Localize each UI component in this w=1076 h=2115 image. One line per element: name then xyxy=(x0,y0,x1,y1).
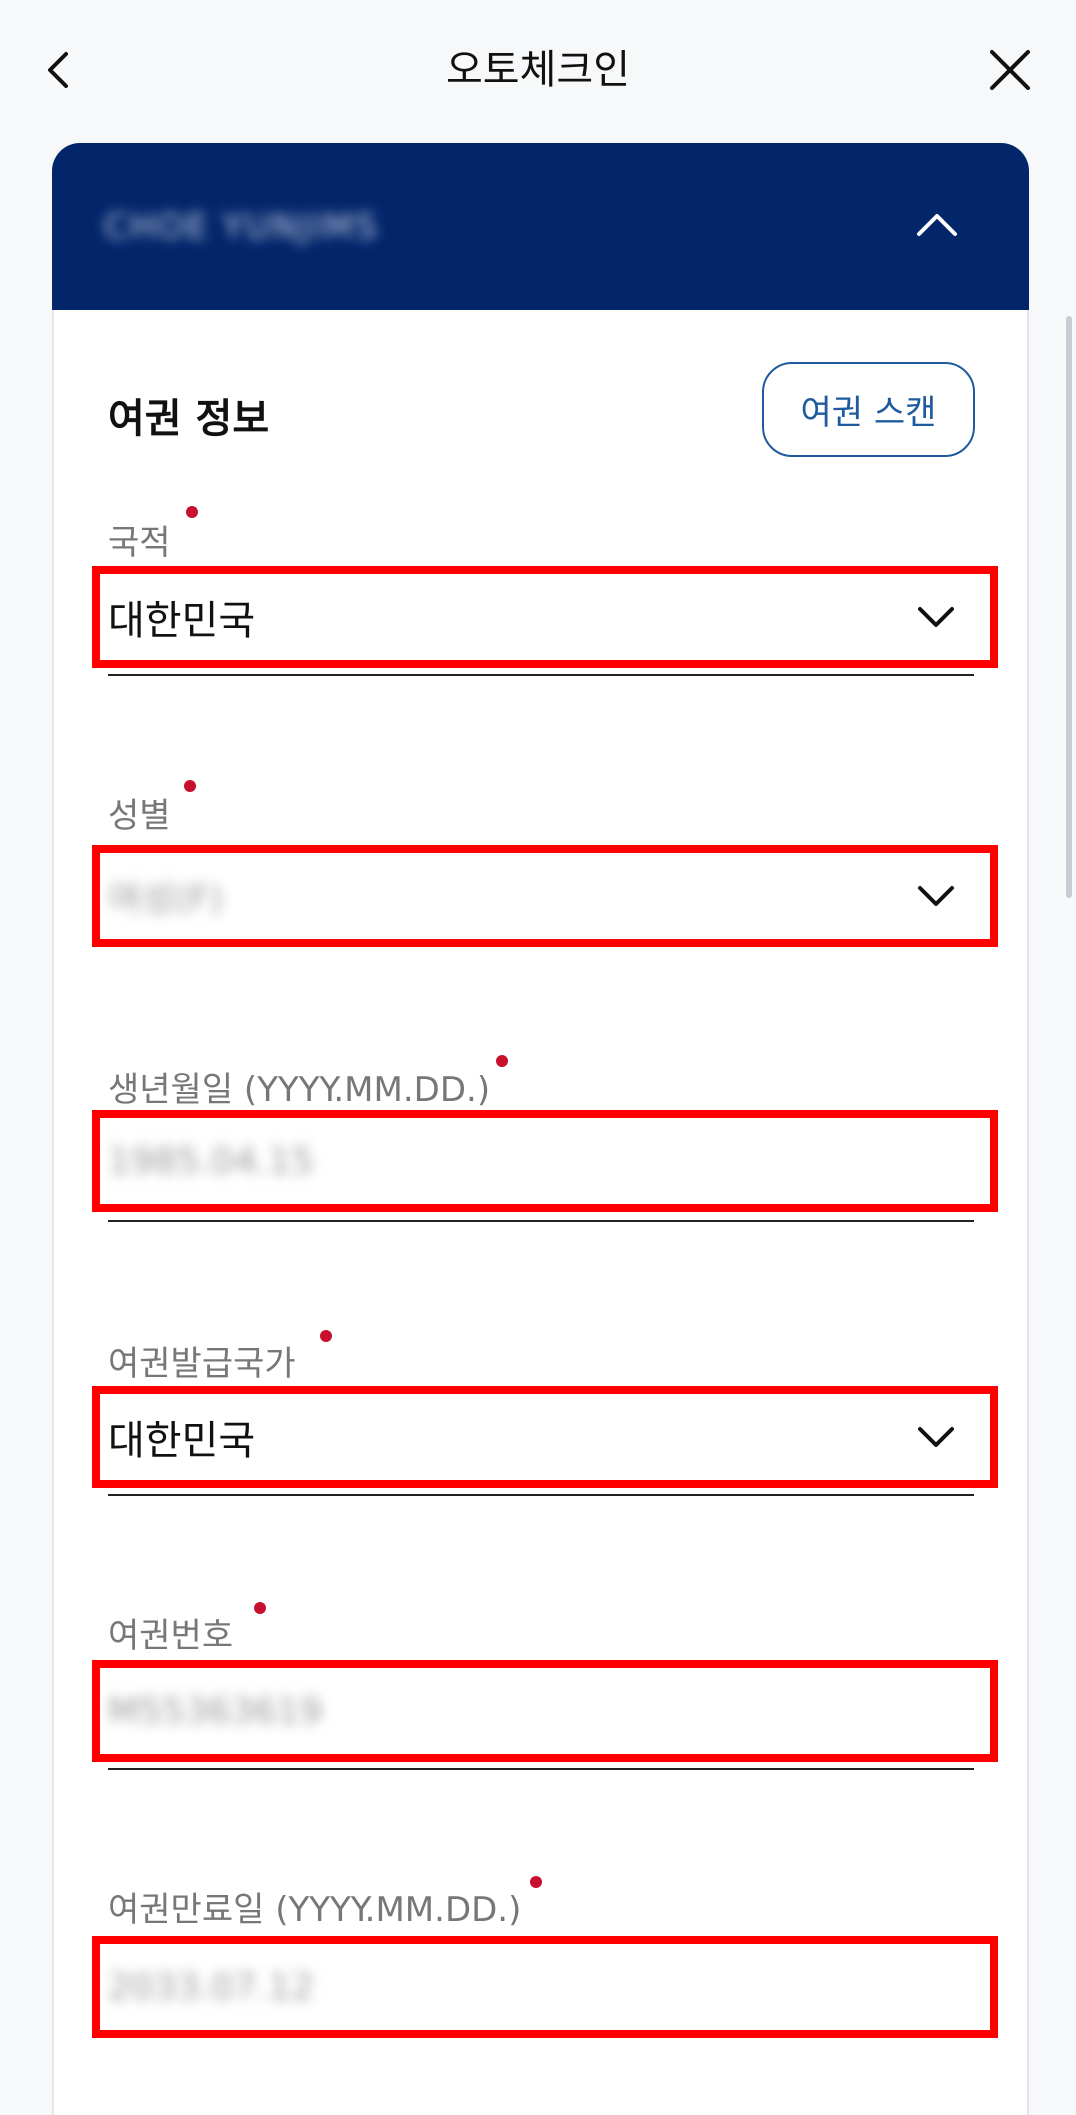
gender-select[interactable]: 여성(F) xyxy=(92,845,998,947)
passport-number-label: 여권번호 xyxy=(108,1616,234,1656)
collapse-button[interactable] xyxy=(907,195,967,255)
page-title: 오토체크인 xyxy=(446,47,630,93)
passport-number-input[interactable]: M55363619 xyxy=(92,1660,998,1762)
nationality-select[interactable]: 대한민국 xyxy=(92,566,998,668)
gender-value: 여성(F) xyxy=(108,879,224,920)
issuing-country-label: 여권발급국가 xyxy=(108,1344,296,1384)
close-button[interactable] xyxy=(980,40,1040,100)
issuing-country-select[interactable]: 대한민국 xyxy=(92,1386,998,1488)
expiry-date-input[interactable]: 2033.07.12 xyxy=(92,1936,998,2038)
passport-number-value: M55363619 xyxy=(108,1690,323,1732)
required-dot xyxy=(254,1602,266,1614)
chevron-down-icon xyxy=(906,1407,966,1467)
nationality-value: 대한민국 xyxy=(108,598,256,644)
passport-number-underline xyxy=(108,1768,974,1770)
birthdate-value: 1985.04.15 xyxy=(108,1140,315,1182)
issuing-country-value: 대한민국 xyxy=(108,1418,256,1464)
expiry-date-value: 2033.07.12 xyxy=(108,1966,315,2008)
required-dot xyxy=(184,780,196,792)
nationality-underline xyxy=(108,674,974,676)
gender-label: 성별 xyxy=(108,796,171,836)
chevron-down-icon xyxy=(906,866,966,926)
passenger-name: CHOE YUNJIMS xyxy=(104,207,379,247)
passport-scan-button[interactable]: 여권 스캔 xyxy=(762,362,975,457)
birthdate-underline xyxy=(108,1220,974,1222)
required-dot xyxy=(320,1330,332,1342)
passenger-card-header[interactable]: CHOE YUNJIMS xyxy=(52,143,1029,310)
birthdate-label: 생년월일 (YYYY.MM.DD.) xyxy=(108,1070,491,1110)
passport-info-card: 여권 정보 여권 스캔 국적 대한민국 성별 여성(F) 생년월일 (YYYY.… xyxy=(52,310,1029,2115)
section-title: 여권 정보 xyxy=(108,396,270,442)
chevron-up-icon xyxy=(917,214,957,236)
required-dot xyxy=(496,1055,508,1067)
scrollbar[interactable] xyxy=(1066,316,1072,898)
close-icon xyxy=(990,50,1030,90)
issuing-country-underline xyxy=(108,1494,974,1496)
chevron-down-icon xyxy=(906,587,966,647)
birthdate-input[interactable]: 1985.04.15 xyxy=(92,1110,998,1212)
required-dot xyxy=(530,1876,542,1888)
top-bar: 오토체크인 xyxy=(0,0,1076,140)
nationality-label: 국적 xyxy=(108,523,171,563)
expiry-date-label: 여권만료일 (YYYY.MM.DD.) xyxy=(108,1890,522,1930)
required-dot xyxy=(186,506,198,518)
